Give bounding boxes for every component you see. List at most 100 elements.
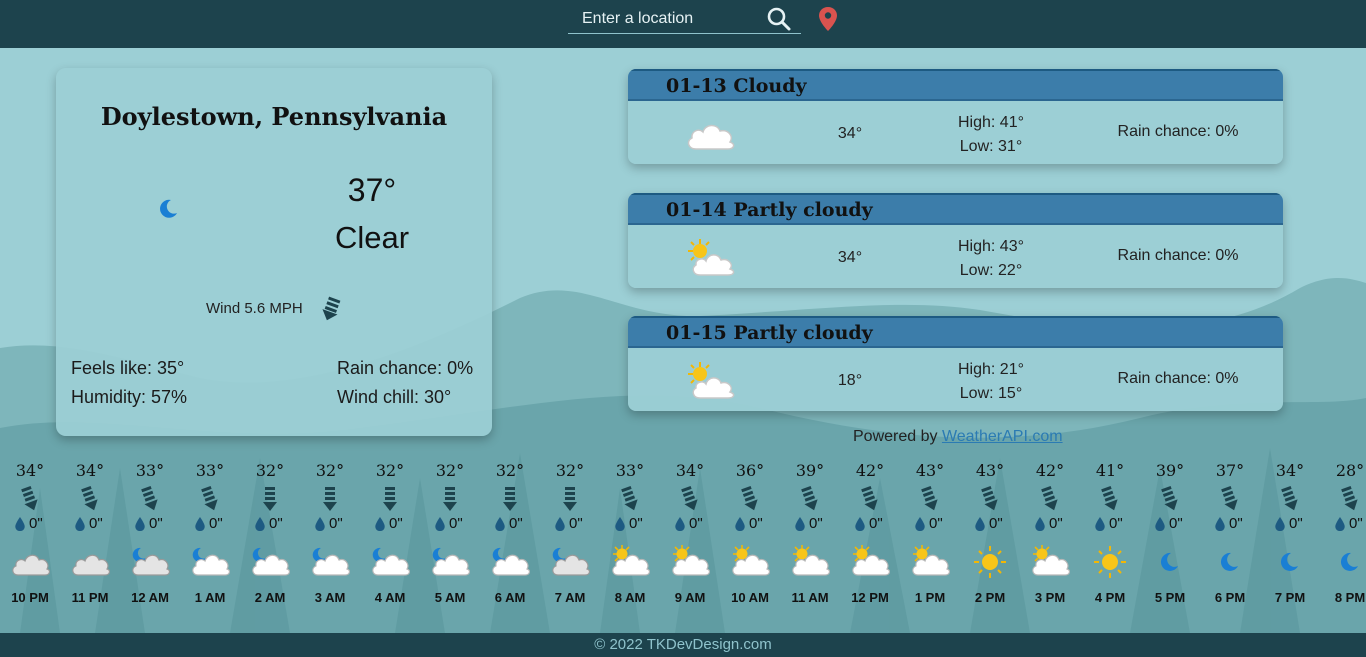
- hourly-time: 10 PM: [11, 590, 49, 605]
- city-name: Doylestown, Pennsylvania: [100, 102, 448, 131]
- moon-icon: [160, 199, 177, 218]
- moon-cloud-icon: [432, 547, 470, 576]
- hourly-item: 34° 0" 7 PM: [1260, 458, 1320, 633]
- hourly-rain-amount: 0": [1229, 515, 1243, 532]
- hourly-item: 42° 0" 3 PM: [1020, 458, 1080, 633]
- hourly-temp: 36°: [735, 461, 765, 480]
- hourly-rain-amount: 0": [569, 515, 583, 532]
- forecast-low: Low: 15°: [959, 385, 1023, 402]
- hourly-temp: 28°: [1335, 461, 1365, 480]
- location-search-input[interactable]: [568, 6, 758, 32]
- raindrop-icon: [255, 516, 265, 532]
- forecast-date-condition: 01-13 Cloudy: [666, 75, 807, 97]
- wind-direction-arrow-icon: [921, 486, 938, 511]
- moon-cloud-icon: [192, 547, 230, 576]
- hourly-time: 8 AM: [614, 590, 646, 605]
- forecast-card-header: 01-14 Partly cloudy: [628, 193, 1283, 225]
- raindrop-icon: [555, 516, 565, 532]
- raindrop-icon: [975, 516, 985, 532]
- hourly-rain-amount: 0": [89, 515, 103, 532]
- hourly-precipitation: 0": [254, 515, 294, 533]
- sun-cloud-icon: [732, 545, 770, 576]
- sun-icon: [1094, 546, 1126, 578]
- cloud-icon: [687, 124, 735, 150]
- location-pin-icon[interactable]: [818, 6, 838, 32]
- hourly-rain-amount: 0": [749, 515, 763, 532]
- raindrop-icon: [375, 516, 385, 532]
- hourly-time: 11 PM: [71, 590, 109, 605]
- wind-speed: Wind 5.6 MPH: [206, 300, 303, 317]
- hourly-item: 32° 0" 6 AM: [480, 458, 540, 633]
- sun-cloud-icon: [612, 545, 650, 576]
- search-icon[interactable]: [766, 6, 792, 32]
- wind-direction-arrow-icon: [1161, 486, 1178, 511]
- weatherapi-link[interactable]: WeatherAPI.com: [942, 428, 1063, 445]
- hourly-item: 32° 0" 2 AM: [240, 458, 300, 633]
- forecast-date-condition: 01-15 Partly cloudy: [666, 322, 873, 344]
- hourly-time: 4 PM: [1094, 590, 1126, 605]
- hourly-time: 5 PM: [1154, 590, 1186, 605]
- moon-cloud-icon: [312, 547, 350, 576]
- hourly-item: 41° 0" 4 PM: [1080, 458, 1140, 633]
- wind-direction-arrow-icon: [201, 486, 218, 511]
- hourly-temp: 32°: [375, 461, 405, 480]
- hourly-temp: 42°: [855, 461, 885, 480]
- hourly-rain-amount: 0": [29, 515, 43, 532]
- hourly-time: 12 AM: [131, 590, 169, 605]
- hourly-precipitation: 0": [1094, 515, 1134, 533]
- hourly-item: 43° 0" 2 PM: [960, 458, 1020, 633]
- raindrop-icon: [135, 516, 145, 532]
- hourly-item: 34° 0" 11 PM: [60, 458, 120, 633]
- partly-cloudy-icon: [688, 239, 735, 276]
- forecast-card-day-1: 01-13 Cloudy 34° High: 41° Low: 31° Rain…: [628, 69, 1283, 164]
- hourly-precipitation: 0": [374, 515, 414, 533]
- hourly-precipitation: 0": [1334, 515, 1366, 533]
- hourly-item: 33° 0" 12 AM: [120, 458, 180, 633]
- hourly-time: 4 AM: [374, 590, 406, 605]
- raindrop-icon: [495, 516, 505, 532]
- hourly-rain-amount: 0": [689, 515, 703, 532]
- hourly-temp: 33°: [135, 461, 165, 480]
- forecast-rain-chance: Rain chance: 0%: [1117, 123, 1239, 140]
- raindrop-icon: [615, 516, 625, 532]
- wind-direction-arrow-icon: [1101, 486, 1118, 511]
- cloud-icon: [72, 554, 110, 576]
- hourly-item: 32° 0" 5 AM: [420, 458, 480, 633]
- hourly-rain-amount: 0": [209, 515, 223, 532]
- hourly-precipitation: 0": [734, 515, 774, 533]
- raindrop-icon: [735, 516, 745, 532]
- hourly-time: 2 PM: [974, 590, 1006, 605]
- hourly-time: 3 AM: [314, 590, 346, 605]
- powered-by-attribution: Powered by WeatherAPI.com: [853, 428, 1063, 446]
- forecast-average-temp: 34°: [837, 249, 863, 266]
- wind-direction-arrow-icon: [1221, 486, 1238, 511]
- sun-cloud-icon: [672, 545, 710, 576]
- hourly-precipitation: 0": [74, 515, 114, 533]
- forecast-date-condition: 01-14 Partly cloudy: [666, 199, 873, 221]
- wind-direction-arrow-icon: [443, 487, 457, 511]
- wind-direction-arrow-icon: [383, 487, 397, 511]
- hourly-temp: 32°: [315, 461, 345, 480]
- hourly-temp: 43°: [915, 461, 945, 480]
- hourly-rain-amount: 0": [1169, 515, 1183, 532]
- hourly-item: 37° 0" 6 PM: [1200, 458, 1260, 633]
- current-condition: Clear: [334, 220, 410, 255]
- wind-direction-arrow-icon: [1341, 486, 1358, 511]
- partly-cloudy-icon: [688, 362, 735, 399]
- hourly-item: 39° 0" 5 PM: [1140, 458, 1200, 633]
- hourly-temp: 34°: [15, 461, 45, 480]
- hourly-temp: 34°: [675, 461, 705, 480]
- raindrop-icon: [315, 516, 325, 532]
- forecast-high: High: 43°: [958, 238, 1024, 255]
- wind-direction-arrow-icon: [322, 296, 341, 321]
- hourly-rain-amount: 0": [449, 515, 463, 532]
- wind-direction-arrow-icon: [681, 486, 698, 511]
- hourly-rain-amount: 0": [629, 515, 643, 532]
- hourly-item: 32° 0" 3 AM: [300, 458, 360, 633]
- moon-cloud-icon: [552, 547, 590, 576]
- hourly-rain-amount: 0": [989, 515, 1003, 532]
- hourly-temp: 37°: [1215, 461, 1245, 480]
- hourly-forecast-strip: 34° 0" 10 PM 34° 0" 11 PM 33° 0" 12 AM 33° 0" 1 AM 3…: [0, 458, 1366, 633]
- hourly-time: 9 AM: [674, 590, 706, 605]
- hourly-precipitation: 0": [794, 515, 834, 533]
